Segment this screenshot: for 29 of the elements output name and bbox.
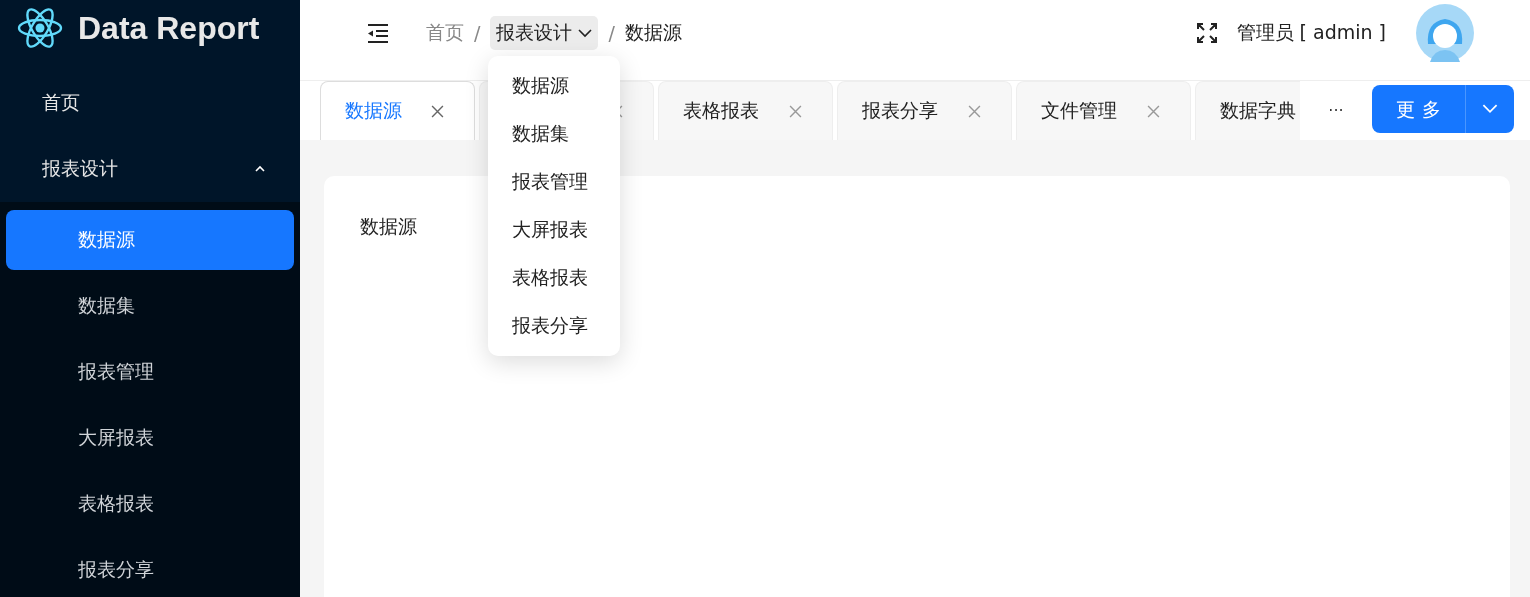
menu-item[interactable]: 首页 xyxy=(0,70,300,136)
dropdown-item[interactable]: 报表管理 xyxy=(488,158,620,206)
tab[interactable]: 数据源 xyxy=(320,81,475,140)
breadcrumb-separator: / xyxy=(474,22,481,44)
breadcrumb-link[interactable]: 首页 xyxy=(426,20,464,46)
dropdown-item[interactable]: 报表分享 xyxy=(488,302,620,350)
tab[interactable]: 数据字典 xyxy=(1195,81,1300,140)
breadcrumb-dropdown[interactable]: 报表设计 xyxy=(490,16,599,50)
breadcrumb-current: 数据源 xyxy=(624,20,682,45)
tab[interactable]: 表格报表 xyxy=(658,81,833,140)
menu-item[interactable]: 数据源 xyxy=(6,210,294,270)
menu-item[interactable]: 大屏报表 xyxy=(6,408,294,468)
page-heading: 数据源 xyxy=(360,215,417,237)
menu-item[interactable]: 报表管理 xyxy=(6,342,294,402)
dropdown-item[interactable]: 数据集 xyxy=(488,110,620,158)
tabs-overflow[interactable]: ··· xyxy=(1300,101,1372,120)
menu-group[interactable]: 报表设计 xyxy=(0,136,300,202)
tab[interactable]: 报表分享 xyxy=(837,81,1012,140)
menu-item[interactable]: 数据集 xyxy=(6,276,294,336)
menu-item[interactable]: 报表分享 xyxy=(6,540,294,597)
more-button[interactable]: 更 多 xyxy=(1372,84,1514,133)
dropdown-item[interactable]: 数据源 xyxy=(488,62,620,110)
dropdown-item[interactable]: 表格报表 xyxy=(488,254,620,302)
app-title: Data Report xyxy=(78,9,260,47)
dropdown-item[interactable]: 大屏报表 xyxy=(488,206,620,254)
tab[interactable]: 文件管理 xyxy=(1016,81,1191,140)
menu-item[interactable]: 表格报表 xyxy=(6,474,294,534)
breadcrumb-separator: / xyxy=(608,22,615,44)
user-name[interactable]: 管理员 [ admin ] xyxy=(1236,20,1386,46)
